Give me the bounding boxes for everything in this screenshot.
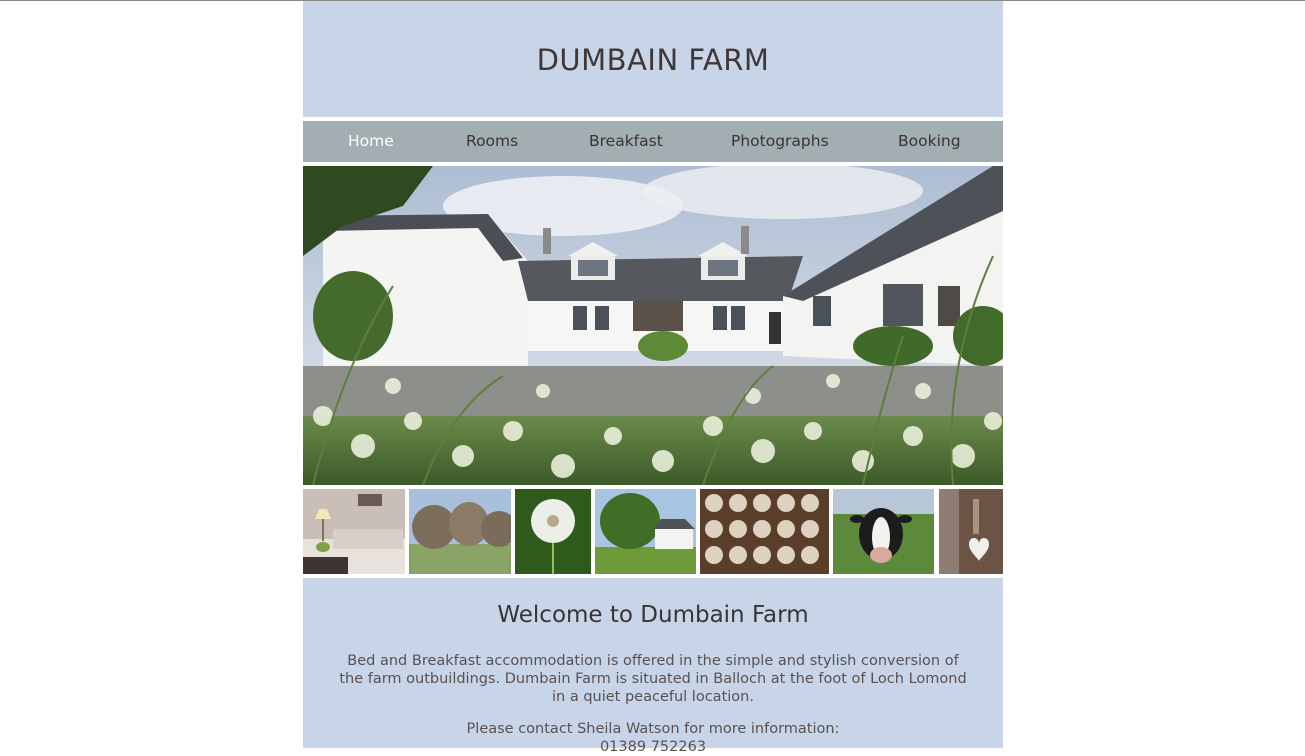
phone-number: 01389 752263 xyxy=(599,739,707,755)
dandelion-photo xyxy=(515,489,591,574)
contact-text: Please contact Sheila Watson for more in… xyxy=(466,721,840,737)
thumbnail-farmhouse[interactable] xyxy=(595,489,696,574)
thumbnail-strip xyxy=(303,489,1003,574)
nav-item-photographs[interactable]: Photographs xyxy=(731,121,829,162)
thumbnail-heart[interactable] xyxy=(939,489,1003,574)
welcome-section: Welcome to Dumbain Farm Bed and Breakfas… xyxy=(303,578,1003,755)
welcome-heading: Welcome to Dumbain Farm xyxy=(497,602,809,628)
nav-item-home[interactable]: Home xyxy=(348,121,394,162)
page-wrapper: DUMBAIN FARM Home Rooms Breakfast Photog… xyxy=(303,1,1003,755)
heart-decoration-photo xyxy=(939,489,1003,574)
bedroom-photo xyxy=(303,489,405,574)
main-nav: Home Rooms Breakfast Photographs Booking xyxy=(303,121,1003,162)
trees-photo xyxy=(409,489,511,574)
thumbnail-cow[interactable] xyxy=(833,489,934,574)
contact-line: Please contact Sheila Watson for more in… xyxy=(338,720,968,756)
intro-paragraph: Bed and Breakfast accommodation is offer… xyxy=(339,653,967,705)
cow-photo xyxy=(833,489,934,574)
pastries-photo xyxy=(700,489,829,574)
thumbnail-pastries[interactable] xyxy=(700,489,829,574)
thumbnail-bedroom[interactable] xyxy=(303,489,405,574)
nav-item-booking[interactable]: Booking xyxy=(898,121,961,162)
site-title: DUMBAIN FARM xyxy=(536,43,770,77)
nav-item-breakfast[interactable]: Breakfast xyxy=(589,121,663,162)
thumbnail-trees[interactable] xyxy=(409,489,511,574)
thumbnail-dandelion[interactable] xyxy=(515,489,591,574)
hero-image xyxy=(303,166,1003,485)
farmhouse-photo xyxy=(303,166,1003,485)
nav-item-rooms[interactable]: Rooms xyxy=(466,121,518,162)
farmhouse-photo xyxy=(595,489,696,574)
site-header: DUMBAIN FARM xyxy=(303,1,1003,117)
